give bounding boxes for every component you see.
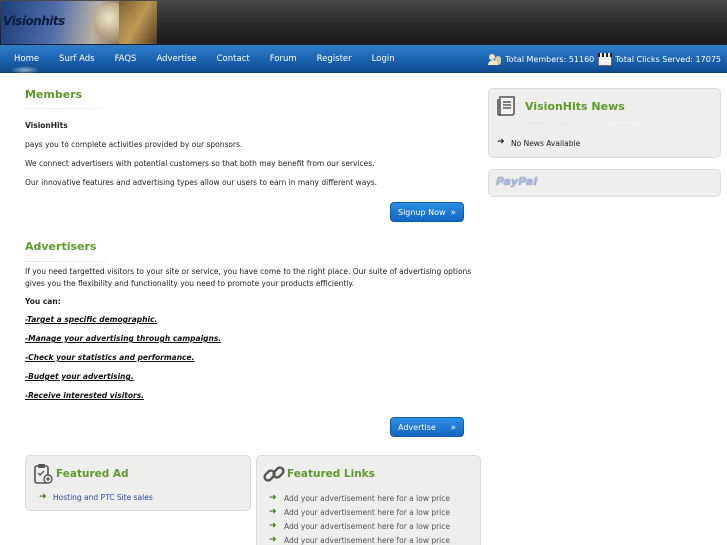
featured-link-4[interactable]: Add your advertisement here for a low pr… <box>284 536 450 545</box>
featured-link-3[interactable]: Add your advertisement here for a low pr… <box>284 522 450 531</box>
chain-link-icon <box>263 466 285 482</box>
double-chevron-right-icon: » <box>450 423 456 433</box>
advertisers-line-2: gives you the flexibility and functional… <box>25 279 355 288</box>
featured-ad-title: Featured Ad <box>56 468 129 480</box>
arrow-right-icon: ➜ <box>269 493 277 503</box>
you-can-label: You can: <box>25 297 61 306</box>
double-chevron-right-icon: » <box>450 208 456 218</box>
advertise-button[interactable]: Advertise » <box>390 417 464 437</box>
signup-now-label: Signup Now <box>398 208 446 217</box>
news-title-divider <box>525 123 645 124</box>
arrow-right-icon: ➜ <box>269 521 277 531</box>
logo-text: Visionhits <box>3 14 65 28</box>
paypal-box: PayPal <box>488 169 721 197</box>
nav-faqs[interactable]: FAQS <box>105 45 147 73</box>
news-document-icon <box>497 96 515 116</box>
featured-ad-box: Featured Ad ➜ Hosting and PTC Site sales <box>25 455 251 511</box>
paypal-logo[interactable]: PayPal <box>496 175 537 188</box>
signup-now-button[interactable]: Signup Now » <box>390 202 464 222</box>
featured-links-box: Featured Links ➜ Add your advertisement … <box>256 455 481 545</box>
arrow-right-icon: ➜ <box>39 492 47 502</box>
members-line-2: We connect advertisers with potential cu… <box>25 159 375 168</box>
advertisers-title-divider <box>25 261 107 262</box>
advertisers-title: Advertisers <box>25 240 97 253</box>
site-header: Visionhits <box>0 0 727 45</box>
benefit-manage-campaigns: -Manage your advertising through campaig… <box>25 334 222 343</box>
featured-links-title: Featured Links <box>287 468 375 480</box>
benefit-check-statistics: -Check your statistics and performance. <box>25 353 195 362</box>
arrow-right-icon: ➜ <box>269 535 277 545</box>
nav-login[interactable]: Login <box>362 45 405 73</box>
news-title: VisionHits News <box>525 100 625 113</box>
nav-glow-decoration <box>10 66 40 74</box>
featured-link-1[interactable]: Add your advertisement here for a low pr… <box>284 494 450 503</box>
benefit-budget-advertising: -Budget your advertising. <box>25 372 134 381</box>
advertise-button-label: Advertise <box>398 423 436 432</box>
nav-register[interactable]: Register <box>307 45 362 73</box>
site-stats: Total Members: 51160 Total Clicks Served… <box>488 45 721 73</box>
benefit-target-demographic: -Target a specific demographic. <box>25 315 158 324</box>
members-line-1: pays you to complete activities provided… <box>25 140 243 149</box>
arrow-right-icon: ➜ <box>497 137 505 147</box>
news-item: No News Available <box>511 139 581 148</box>
total-members: Total Members: 51160 <box>505 54 595 64</box>
featured-ad-link[interactable]: Hosting and PTC Site sales <box>53 493 153 502</box>
members-title: Members <box>25 88 83 101</box>
logo-stripe-graphic <box>119 1 157 44</box>
members-brand: VisionHits <box>25 121 68 130</box>
clipboard-icon <box>34 464 53 484</box>
nav-forum[interactable]: Forum <box>260 45 307 73</box>
total-clicks: Total Clicks Served: 17075 <box>615 54 721 64</box>
members-line-3: Our innovative features and advertising … <box>25 178 378 187</box>
main-nav: Home Surf Ads FAQS Advertise Contact For… <box>0 45 727 73</box>
benefit-receive-visitors: -Receive interested visitors. <box>25 391 145 400</box>
members-title-divider <box>25 108 107 109</box>
nav-surf-ads[interactable]: Surf Ads <box>49 45 104 73</box>
arrow-right-icon: ➜ <box>269 507 277 517</box>
nav-contact[interactable]: Contact <box>207 45 260 73</box>
users-icon <box>488 53 502 66</box>
advertisers-line-1: If you need targetted visitors to your s… <box>25 267 472 276</box>
nav-advertise[interactable]: Advertise <box>146 45 206 73</box>
clapperboard-icon <box>598 52 613 66</box>
news-box: VisionHits News ➜ No News Available <box>488 88 721 158</box>
site-logo[interactable]: Visionhits <box>1 1 157 44</box>
featured-link-2[interactable]: Add your advertisement here for a low pr… <box>284 508 450 517</box>
